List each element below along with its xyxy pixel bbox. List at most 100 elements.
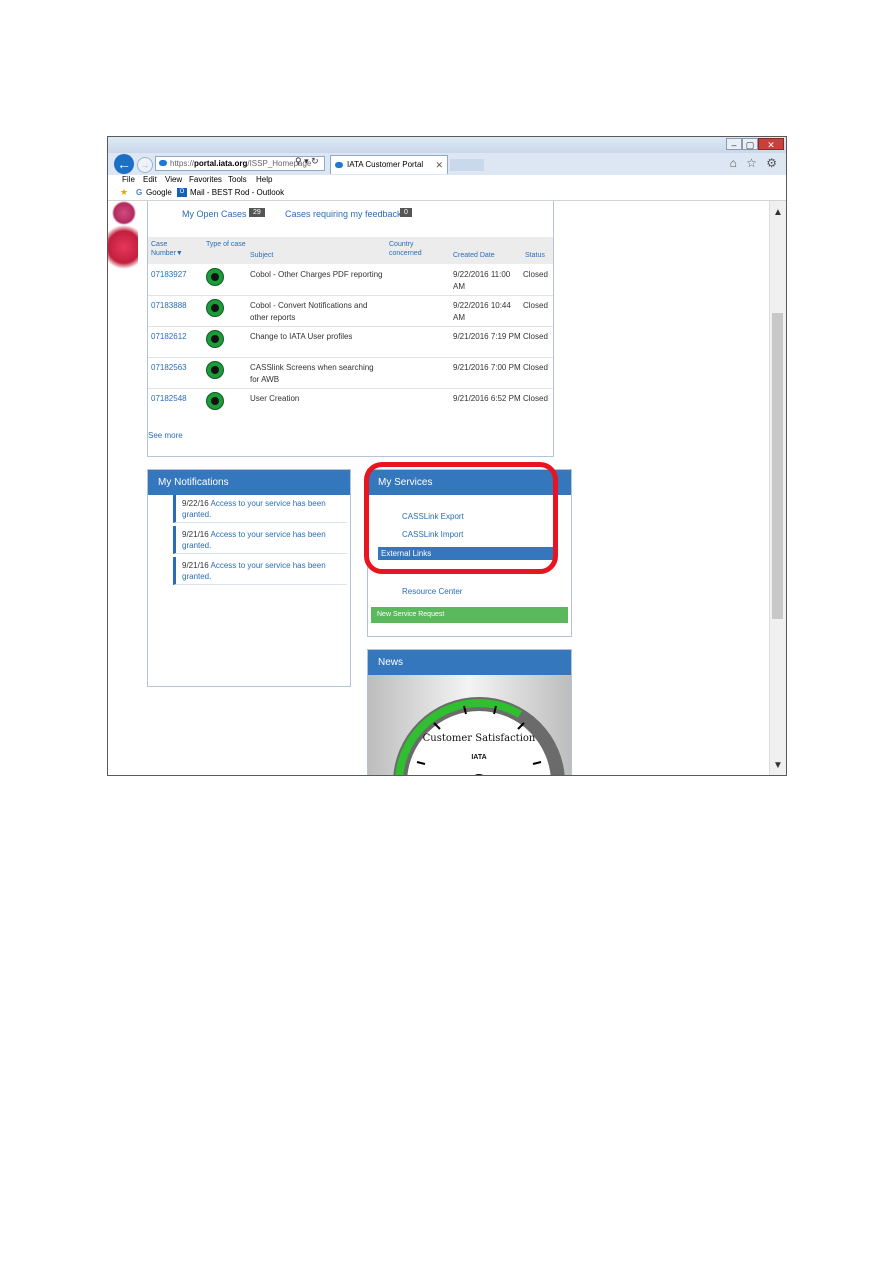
col-created-date: Created Date (453, 252, 495, 259)
resource-center-link[interactable]: Resource Center (402, 587, 462, 596)
menu-bar: File Edit View Favorites Tools Help (108, 175, 786, 186)
outlook-icon: O (177, 188, 187, 197)
case-number-link[interactable]: 07183927 (151, 269, 187, 281)
tab-iata-customer-portal[interactable]: IATA Customer Portal ✕ (330, 155, 448, 174)
see-more-link[interactable]: See more (148, 431, 183, 440)
table-row: 07182612 Change to IATA User profiles 9/… (148, 326, 553, 358)
case-subject: User Creation (250, 394, 300, 403)
menu-favorites[interactable]: Favorites (189, 175, 222, 184)
url-scheme: https:// (170, 159, 195, 168)
menu-tools[interactable]: Tools (228, 175, 247, 184)
news-panel: News Customer Satisfaction IATA (367, 649, 572, 775)
search-refresh-icons[interactable]: ⚲ ▾ ↻ (295, 156, 319, 167)
favorites-bar: ★ G Google O Mail - BEST Rod - Outlook (108, 186, 786, 201)
case-status: Closed (523, 332, 548, 341)
case-number-link[interactable]: 07182612 (151, 331, 187, 343)
case-status: Closed (523, 270, 548, 279)
col-country-concerned: Country concerned (389, 241, 422, 257)
title-bar: – ▢ ✕ (108, 137, 786, 153)
cases-header: My Open Cases 29 Cases requiring my feed… (148, 207, 553, 221)
scroll-down-icon[interactable]: ▼ (770, 760, 786, 771)
site-favicon-icon (159, 160, 167, 166)
notification-item: 9/21/16 Access to your service has been … (173, 557, 347, 585)
new-service-request-button[interactable]: New Service Request (371, 607, 568, 623)
scrollbar-thumb[interactable] (772, 313, 783, 619)
case-type-icon (206, 361, 224, 379)
notification-date: 9/21/16 (182, 530, 209, 539)
col-status: Status (525, 252, 545, 259)
case-date: 9/22/2016 10:44 AM (453, 301, 511, 322)
case-status: Closed (523, 363, 548, 372)
case-type-icon (206, 330, 224, 348)
iata-logo-text: IATA (471, 754, 486, 761)
col-subject: Subject (250, 252, 274, 259)
navigation-bar: ← → https://portal.iata.org/ISSP_Homepag… (108, 153, 786, 175)
tab-title: IATA Customer Portal (347, 160, 424, 169)
news-title: News (368, 650, 571, 675)
case-type-icon (206, 392, 224, 410)
case-date: 9/21/2016 6:52 PM (453, 394, 521, 403)
notifications-title: My Notifications (148, 470, 350, 495)
case-subject: Cobol - Convert Notifications and other … (250, 301, 368, 322)
gauge-label: Customer Satisfaction (423, 733, 536, 744)
case-date: 9/22/2016 11:00 AM (453, 270, 511, 291)
browser-window: – ▢ ✕ ← → https://portal.iata.org/ISSP_H… (107, 136, 787, 776)
table-row: 07183927 Cobol - Other Charges PDF repor… (148, 264, 553, 296)
external-links-header[interactable]: External Links (378, 547, 556, 560)
notifications-panel: My Notifications 9/22/16 Access to your … (147, 469, 351, 687)
services-title: My Services (368, 470, 571, 495)
table-row: 07182563 CASSlink Screens when searching… (148, 357, 553, 389)
notification-item: 9/21/16 Access to your service has been … (173, 526, 347, 554)
cases-table-header: Case Number▼ Type of case Subject Countr… (148, 237, 553, 264)
decorative-graphic (108, 201, 138, 281)
my-open-cases-link[interactable]: My Open Cases (182, 209, 247, 219)
service-link-casslink-import[interactable]: CASSLink Import (402, 530, 463, 539)
case-type-icon (206, 299, 224, 317)
menu-view[interactable]: View (165, 175, 182, 184)
menu-file[interactable]: File (122, 175, 135, 184)
case-subject: Cobol - Other Charges PDF reporting (250, 270, 383, 279)
favorite-google[interactable]: Google (146, 188, 172, 197)
notification-date: 9/22/16 (182, 499, 209, 508)
case-status: Closed (523, 301, 548, 310)
vertical-scrollbar[interactable]: ▲ ▼ (769, 201, 786, 775)
case-number-link[interactable]: 07182548 (151, 393, 187, 405)
notification-item: 9/22/16 Access to your service has been … (173, 495, 347, 523)
case-date: 9/21/2016 7:19 PM (453, 332, 521, 341)
table-row: 07183888 Cobol - Convert Notifications a… (148, 295, 553, 327)
favorites-star-icon[interactable]: ★ (120, 187, 128, 198)
service-link-casslink-export[interactable]: CASSLink Export (402, 512, 464, 521)
case-subject: Change to IATA User profiles (250, 332, 353, 341)
google-icon: G (136, 188, 143, 197)
menu-help[interactable]: Help (256, 175, 272, 184)
services-panel: My Services CASSLink Export CASSLink Imp… (367, 469, 572, 637)
scroll-up-icon[interactable]: ▲ (770, 207, 786, 218)
cases-feedback-link[interactable]: Cases requiring my feedback (285, 209, 402, 219)
open-cases-count-badge: 29 (249, 208, 265, 217)
page-content: My Open Cases 29 Cases requiring my feed… (108, 201, 772, 775)
menu-edit[interactable]: Edit (143, 175, 157, 184)
col-type-of-case: Type of case (206, 241, 246, 248)
case-status: Closed (523, 394, 548, 403)
back-button[interactable]: ← (114, 154, 134, 174)
maximize-button[interactable]: ▢ (742, 138, 758, 150)
feedback-count-badge: 0 (400, 208, 412, 217)
favorite-outlook-mail[interactable]: Mail - BEST Rod - Outlook (190, 188, 284, 197)
case-number-link[interactable]: 07183888 (151, 300, 187, 312)
tab-close-icon[interactable]: ✕ (435, 156, 443, 174)
table-row: 07182548 User Creation 9/21/2016 6:52 PM… (148, 388, 553, 419)
cases-panel: My Open Cases 29 Cases requiring my feed… (147, 201, 554, 457)
notification-date: 9/21/16 (182, 561, 209, 570)
forward-button[interactable]: → (137, 157, 153, 173)
url-domain: portal.iata.org (194, 159, 248, 168)
new-tab-button[interactable] (450, 159, 484, 171)
tab-favicon-icon (335, 162, 343, 168)
case-subject: CASSlink Screens when searching for AWB (250, 363, 374, 384)
customer-satisfaction-gauge-image[interactable]: Customer Satisfaction IATA (368, 675, 571, 775)
gauge-svg: Customer Satisfaction IATA (393, 697, 565, 775)
col-case-number[interactable]: Case Number▼ (151, 240, 199, 258)
case-number-link[interactable]: 07182563 (151, 362, 187, 374)
minimize-button[interactable]: – (726, 138, 742, 150)
home-favorites-settings-icons[interactable]: ⌂ ☆ ⚙ (730, 156, 780, 170)
close-button[interactable]: ✕ (758, 138, 784, 150)
